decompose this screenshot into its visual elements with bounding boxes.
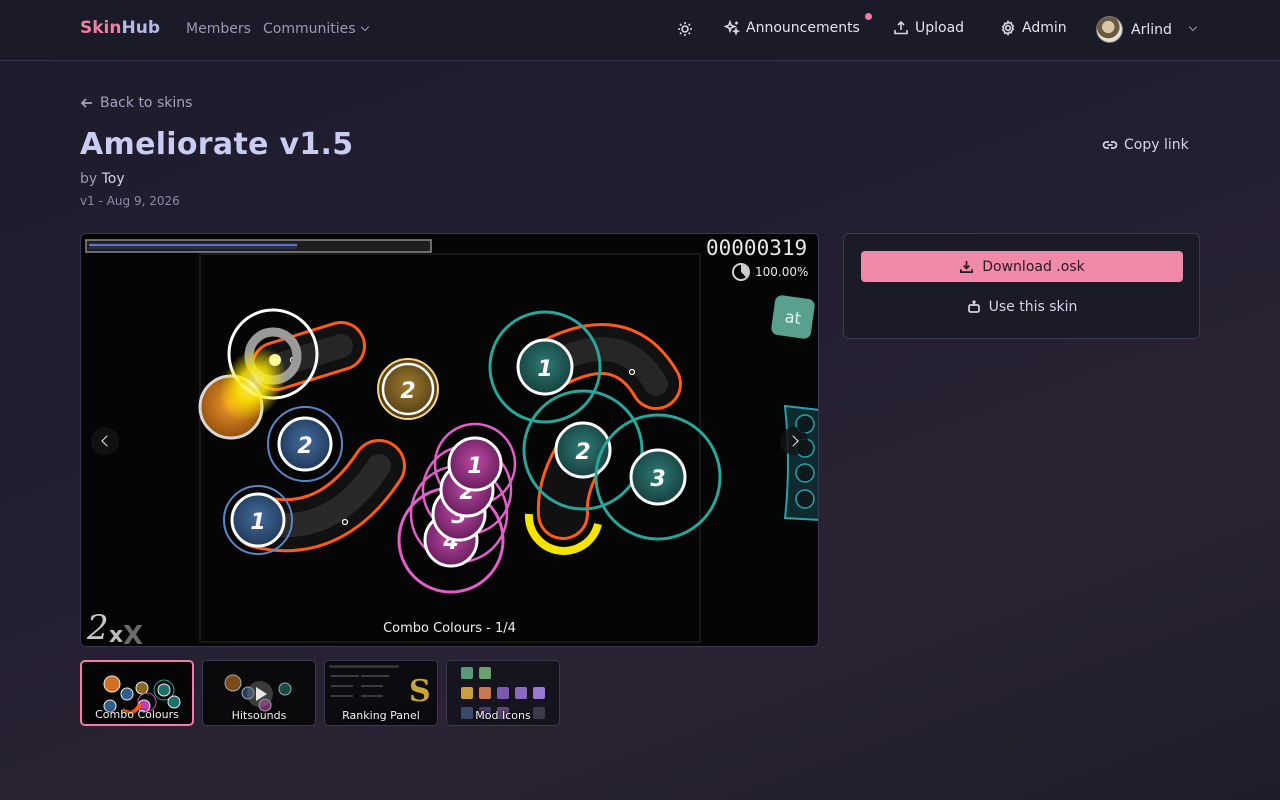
previous-image-button[interactable] (91, 427, 119, 455)
chevron-down-icon (1188, 22, 1198, 31)
next-image-button[interactable] (780, 427, 808, 455)
download-icon (960, 260, 974, 273)
admin-label: Admin (1022, 20, 1067, 36)
announcements-label: Announcements (746, 20, 860, 36)
by-prefix: by (80, 171, 98, 187)
upload-label: Upload (915, 20, 965, 36)
copy-link-button[interactable]: Copy link (1102, 137, 1189, 153)
page-title: Ameliorate v1.5 (80, 127, 354, 162)
upload-icon (894, 20, 908, 35)
svg-text:1: 1 (250, 510, 265, 535)
svg-text:2: 2 (400, 379, 415, 404)
site-logo[interactable]: SkinHub (80, 18, 160, 38)
author-line: by Toy (80, 171, 125, 187)
svg-text:1: 1 (537, 357, 552, 382)
back-to-skins-link[interactable]: Back to skins (80, 95, 192, 111)
use-this-skin-button[interactable]: Use this skin (861, 292, 1183, 322)
admin-button[interactable]: Admin (1000, 20, 1067, 36)
svg-text:S: S (409, 674, 431, 709)
thumbnail-mod-icons[interactable]: Mod Icons (446, 660, 560, 726)
nav-link-members[interactable]: Members (186, 21, 251, 37)
user-name: Arlind (1131, 21, 1172, 38)
mod-badge: at (770, 294, 816, 340)
thumbnail-ranking-panel[interactable]: S Ranking Panel (324, 660, 438, 726)
avatar (1096, 16, 1123, 43)
sun-icon (678, 22, 692, 36)
upload-button[interactable]: Upload (893, 20, 964, 36)
thumbnail-hitsounds[interactable]: Hitsounds (202, 660, 316, 726)
thumbnail-combo-colours[interactable]: Combo Colours (80, 660, 194, 726)
download-label: Download .osk (982, 258, 1085, 275)
logo-text-hub: Hub (121, 18, 160, 38)
bot-icon (967, 300, 980, 313)
chevron-left-icon (100, 435, 113, 447)
thumbnail-label: Mod Icons (475, 709, 531, 722)
thumbnail-label: Hitsounds (231, 709, 287, 722)
author-link[interactable]: Toy (102, 171, 125, 187)
communities-label: Communities (263, 21, 356, 37)
announcements-button[interactable]: Announcements (724, 20, 860, 36)
gear-icon (1001, 20, 1015, 36)
use-skin-label: Use this skin (988, 299, 1078, 315)
back-label: Back to skins (100, 95, 193, 111)
version-date: v1 - Aug 9, 2026 (80, 194, 180, 208)
svg-text:2: 2 (575, 440, 590, 465)
notification-dot (865, 13, 872, 20)
theme-toggle-button[interactable] (677, 21, 693, 37)
user-menu[interactable]: Arlind (1096, 16, 1198, 43)
preview-caption: Combo Colours - 1/4 (383, 621, 516, 636)
link-icon (1102, 141, 1118, 149)
sparkles-icon (724, 20, 740, 36)
accuracy-display: 100.00% (755, 265, 809, 279)
thumbnail-label: Combo Colours (95, 708, 179, 721)
chevron-right-icon (786, 435, 799, 447)
download-osk-button[interactable]: Download .osk (861, 251, 1183, 282)
nav-dropdown-communities[interactable]: Communities (263, 21, 369, 37)
svg-text:2: 2 (297, 434, 312, 459)
svg-text:1: 1 (467, 454, 482, 479)
thumbnail-label: Ranking Panel (342, 709, 420, 722)
svg-text:3: 3 (650, 467, 665, 492)
score-display: 00000319 (706, 236, 808, 260)
skin-preview-image: 2 1 2 4 3 2 1 1 2 3 2 x X 00000319 100.0… (80, 233, 819, 647)
arrow-left-icon (80, 98, 92, 108)
chevron-down-icon (360, 22, 369, 32)
top-navbar: SkinHub Members Communities Announcement… (0, 0, 1280, 61)
copy-link-label: Copy link (1124, 137, 1189, 153)
gameplay-screenshot: 2 1 2 4 3 2 1 1 2 3 2 x X (81, 234, 818, 646)
logo-text-skin: Skin (80, 18, 122, 38)
download-panel: Download .osk Use this skin (843, 233, 1200, 339)
